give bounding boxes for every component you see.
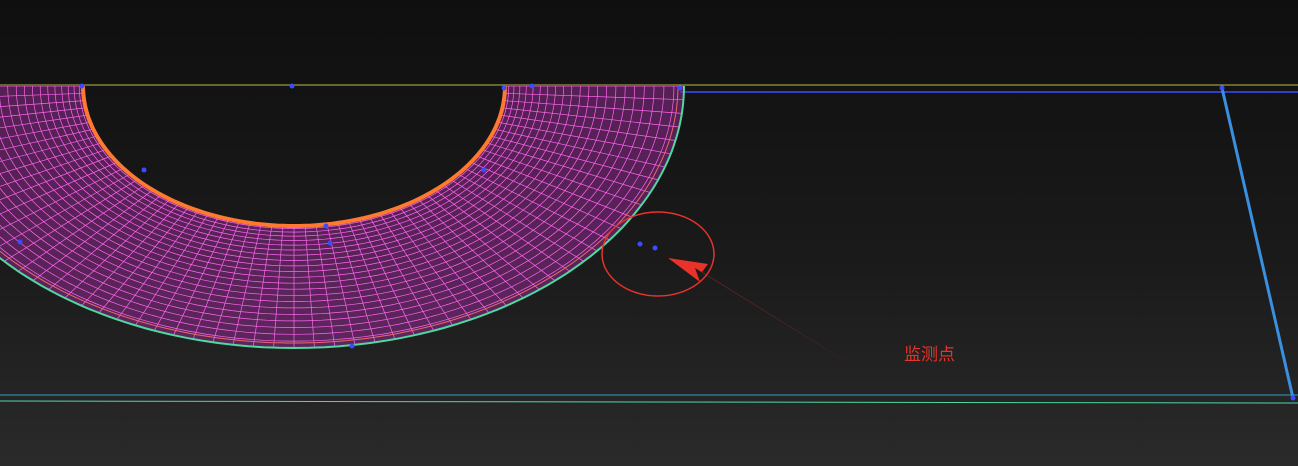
mesh-vertex [327, 240, 333, 246]
structured-mesh[interactable] [0, 85, 685, 350]
mesh-vertex [529, 83, 535, 89]
monitor-point-circle [601, 211, 715, 297]
mesh-vertex [141, 167, 147, 173]
bottom-boundary-line-2 [0, 400, 1298, 404]
mesh-vertex [637, 241, 643, 247]
mesh-vertex [79, 83, 85, 89]
mesh-vertex [1219, 85, 1225, 91]
mesh-vertex [289, 83, 295, 89]
mesh-vertex [349, 343, 355, 349]
mesh-viewport[interactable]: 监测点 [0, 0, 1298, 466]
mesh-vertex [323, 223, 329, 229]
monitor-point[interactable] [652, 245, 658, 251]
mesh-vertex [481, 167, 487, 173]
monitor-point-label: 监测点 [904, 345, 955, 365]
slanted-domain-edge [1220, 87, 1295, 399]
mesh-vertex [1290, 395, 1296, 401]
mesh-vertex [677, 85, 683, 91]
mesh-canvas[interactable] [0, 0, 1298, 466]
mesh-vertex [17, 239, 23, 245]
mesh-vertex [501, 85, 507, 91]
annotation-arrow [668, 258, 876, 380]
